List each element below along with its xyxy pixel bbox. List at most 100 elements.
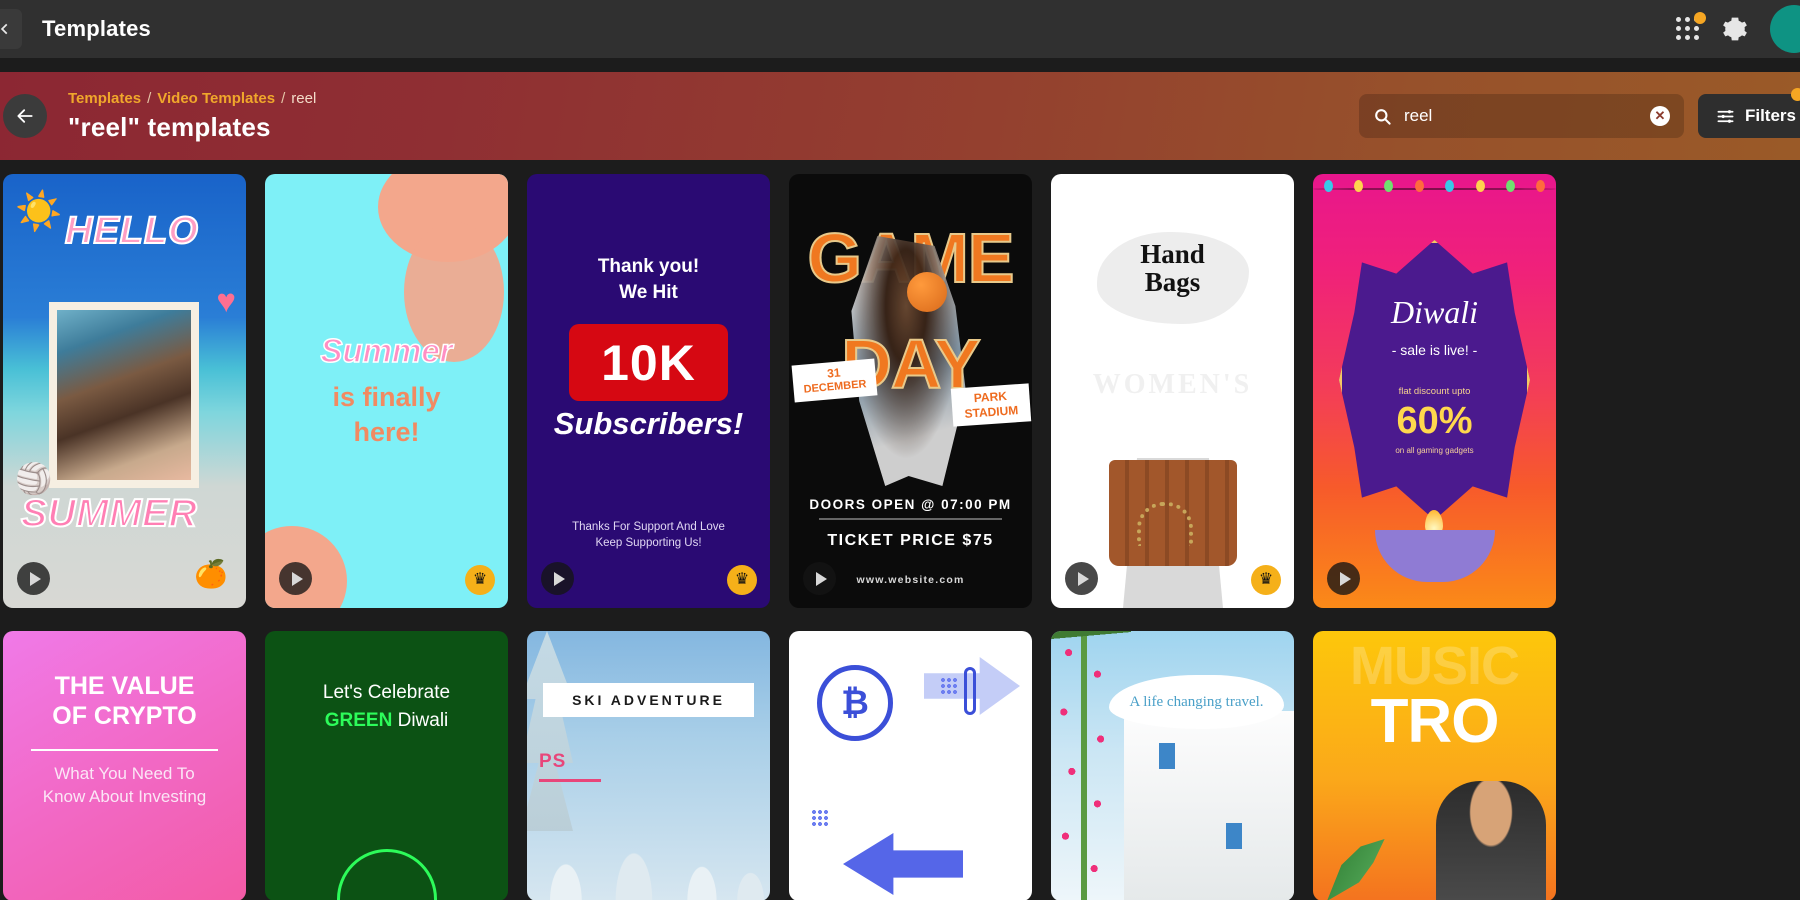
building-photo [1124,711,1294,900]
card-subtitle: - sale is live! - [1313,342,1556,358]
dots-decor [940,677,958,695]
breadcrumb-templates[interactable]: Templates [68,90,141,107]
card-subtitle-line2: Know About Investing [19,786,230,809]
card-title-line2: GREEN Diwali [275,707,498,735]
filters-button[interactable]: Filters [1698,94,1800,138]
breadcrumb-separator-1: / [147,90,151,107]
card-tips-text: PS [539,751,566,773]
card-title-line1: THE VALUE [19,671,230,701]
photo-stamp-frame [49,302,199,488]
template-card-life-changing-travel[interactable]: A life changing travel. [1051,631,1294,900]
card-title: Let's Celebrate GREEN Diwali [275,679,498,734]
basketball-icon [907,272,947,312]
card-subtitle: What You Need To Know About Investing [19,763,230,809]
card-title-line1: Hand [1051,240,1294,268]
template-card-hello-summer[interactable]: ☀️ HELLO ♥ 🏐 SUMMER 🍊 [3,174,246,608]
search-box[interactable]: ✕ [1359,94,1684,138]
clear-search-icon[interactable]: ✕ [1650,106,1670,126]
flower-vine-decor [1051,631,1131,900]
template-card-ski-adventure[interactable]: SKI ADVENTURE PS [527,631,770,900]
card-thanks-text: Thank you! We Hit [527,254,770,305]
play-icon[interactable] [17,562,50,595]
card-title-line2: Bags [1051,268,1294,296]
search-icon [1373,107,1392,126]
thanks-line1: Thank you! [527,254,770,280]
heart-sticker-icon: ♥ [216,282,236,320]
card-title: Summer [265,332,508,370]
star-badge-decor [1339,240,1530,520]
template-card-summer-finally-here[interactable]: Summer is finally here! ♛ [265,174,508,608]
card-subscribers-label: Subscribers! [527,406,770,442]
play-icon[interactable] [803,562,836,595]
app-title: Templates [42,16,151,42]
card-text-summer: SUMMER [21,492,197,536]
template-card-green-diwali[interactable]: Let's Celebrate GREEN Diwali [265,631,508,900]
underline-decor [539,779,601,782]
breadcrumb-separator-2: / [281,90,285,107]
bag-chain-decor [1137,502,1193,546]
apps-notification-dot [1694,12,1706,24]
divider-strip [0,58,1800,72]
card-title-rest: Diwali [392,710,448,731]
back-button[interactable] [3,94,47,138]
divider-line [31,749,218,751]
pill-decor [964,667,976,715]
venue-line2: STADIUM [964,403,1019,422]
template-card-bitcoin-exchange[interactable]: ₿ [789,631,1032,900]
template-grid: ☀️ HELLO ♥ 🏐 SUMMER 🍊 Summer is finally … [0,160,1800,900]
apps-grid-icon[interactable] [1676,17,1700,41]
card-title-line2: OF CRYPTO [19,701,230,731]
play-icon[interactable] [541,562,574,595]
breadcrumb-video-templates[interactable]: Video Templates [157,90,275,107]
template-card-hand-bags[interactable]: Hand Bags WOMEN'S ♛ [1051,174,1294,608]
event-date-badge: 31 DECEMBER [792,358,878,402]
top-bar-actions [1676,5,1800,53]
play-icon[interactable] [1065,562,1098,595]
card-title: Diwali [1313,294,1556,331]
filters-badge-dot [1791,88,1800,101]
page-title: "reel" templates [68,112,316,143]
card-footer-text: Thanks For Support And Love Keep Support… [527,519,770,552]
template-card-diwali-sale[interactable]: Diwali - sale is live! - flat discount u… [1313,174,1556,608]
discount-note: on all gaming gadgets [1313,446,1556,455]
arrow-left-decor [843,833,963,895]
leaf-decor [1327,839,1407,900]
card-subtitle-line1: What You Need To [19,763,230,786]
thanks-line2: We Hit [527,280,770,306]
template-card-game-day[interactable]: GAME DAY 31 DECEMBER PARK STADIUM DOORS … [789,174,1032,608]
card-subtitle: is finally here! [265,380,508,450]
ticket-price-text: TICKET PRICE $75 [789,532,1032,550]
sliders-icon [1716,107,1735,126]
footer-line1: Thanks For Support And Love [527,519,770,536]
card-title-line1: Let's Celebrate [275,679,498,707]
crown-icon: ♛ [727,565,757,595]
bitcoin-icon: ₿ [817,665,893,741]
stamp-photo [57,310,191,480]
gear-icon[interactable] [1722,16,1748,42]
play-icon[interactable] [279,562,312,595]
search-input[interactable] [1404,106,1638,126]
divider-line [819,518,1002,520]
dots-decor [811,809,829,827]
doors-open-text: DOORS OPEN @ 07:00 PM [789,497,1032,512]
quote-cloud: A life changing travel. [1109,675,1284,729]
avatar[interactable] [1770,5,1800,53]
card-title: SKI ADVENTURE [543,683,754,717]
footer-line2: Keep Supporting Us! [527,535,770,552]
window-decor [1159,743,1175,769]
template-card-music-party[interactable]: MUSIC TRO [1313,631,1556,900]
card-subtitle-line1: is finally [265,380,508,415]
header-text-block: Templates/Video Templates/reel "reel" te… [68,90,316,143]
play-icon[interactable] [1327,562,1360,595]
card-ghost-title: MUSIC [1323,641,1546,692]
subscriber-count-badge: 10K [569,324,728,401]
app-back-button[interactable] [0,9,22,49]
window-decor [1226,823,1242,849]
template-card-10k-subscribers[interactable]: Thank you! We Hit 10K Subscribers! Thank… [527,174,770,608]
sun-sticker-icon: ☀️ [15,190,62,234]
venue-badge: PARK STADIUM [951,383,1031,426]
template-card-value-of-crypto[interactable]: THE VALUE OF CRYPTO What You Need To Kno… [3,631,246,900]
orange-slice-sticker-icon: 🍊 [194,558,228,590]
snow-trees-photo [527,751,770,900]
card-title: TRO [1313,693,1556,750]
